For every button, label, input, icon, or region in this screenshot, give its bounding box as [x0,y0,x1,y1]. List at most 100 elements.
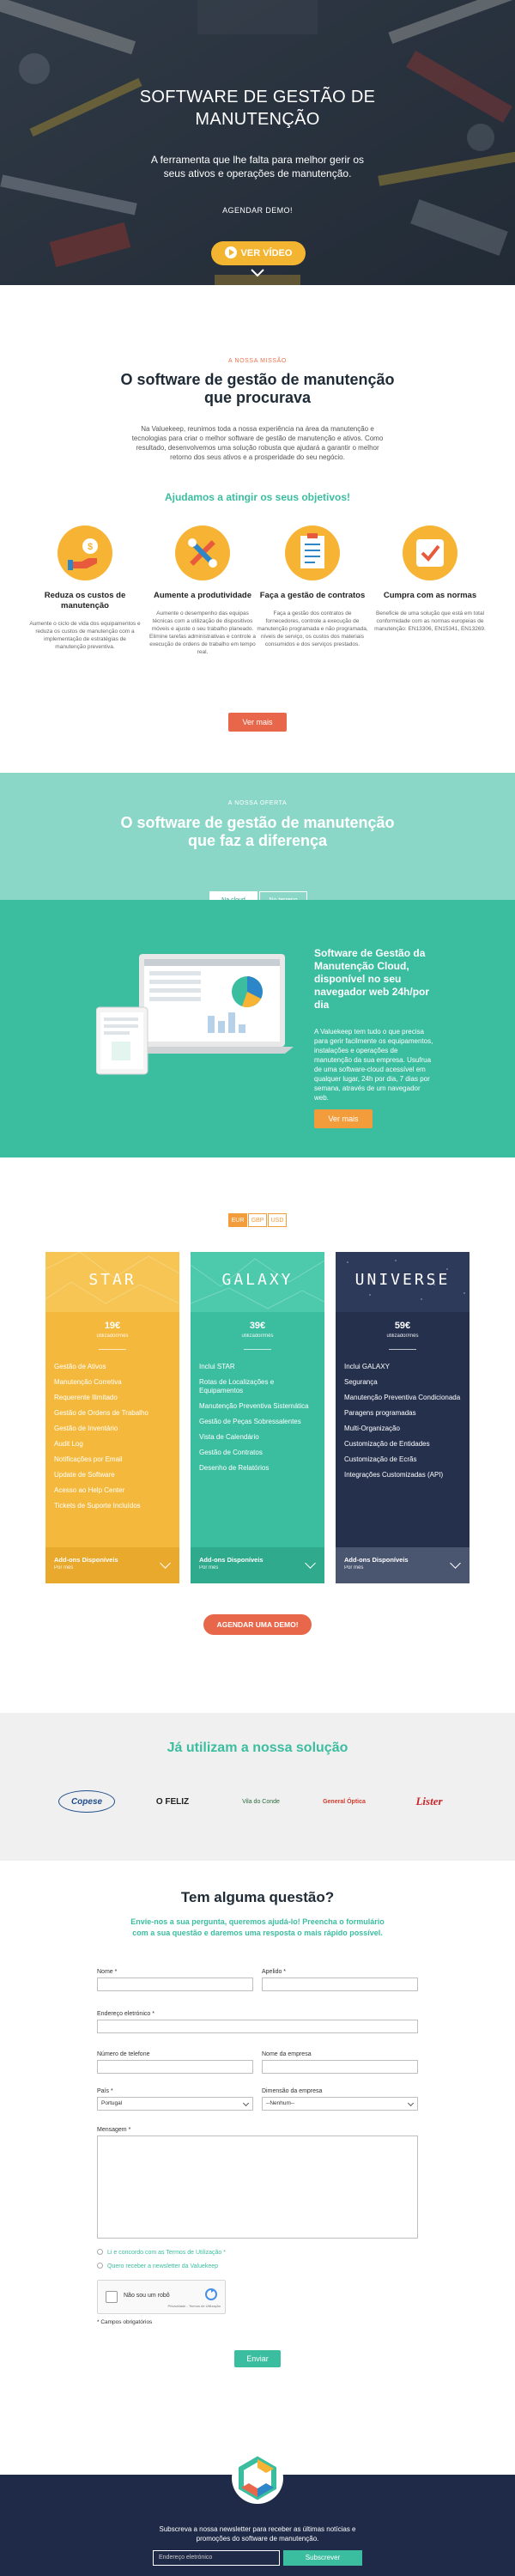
company-input[interactable] [262,2060,418,2074]
svg-text:$: $ [88,542,93,552]
offer-card-title: Software de Gestão da Manutenção Cloud, … [314,947,430,1011]
plan-feature: Notificações por Email [54,1455,123,1463]
client-logo-generaloptica: General Óptica [323,1798,366,1805]
plan-feature: Tickets de Suporte Incluídos [54,1502,141,1510]
feature-title: Aumente a produtividade [153,591,251,600]
currency-switcher: EUR GBP USD [228,1213,288,1227]
feature-reduce-costs: $ Reduza os custos de manutenção Aumente… [29,526,141,651]
email-input[interactable] [97,2020,418,2033]
plan-name: UNIVERSE [354,1271,451,1289]
offer-eyebrow: A NOSSA OFERTA [227,800,288,806]
currency-usd[interactable]: USD [268,1213,287,1227]
addon-unit: Por mês [344,1565,364,1571]
form-intro: Envie-nos a sua pergunta, queremos ajudá… [130,1917,385,1937]
plan-feature: Gestão de Contratos [199,1449,263,1456]
watch-video-button[interactable]: VER VÍDEO [211,241,306,265]
feature-desc: Aumente o desempenho das equipas técnica… [149,611,256,655]
country-label: País * [97,2088,113,2094]
schedule-demo-button[interactable]: AGENDAR UMA DEMO! [203,1614,312,1635]
feature-desc: Faça a gestão dos contratos de fornecedo… [257,611,368,647]
mission-section: A NOSSA MISSÃO O software de gestão de m… [0,285,515,732]
clients-section: Já utilizam a nossa solução Copese O FEL… [0,1713,515,1861]
plan-feature: Rotas de Localizações e Equipamentos [199,1378,275,1394]
mission-title: O software de gestão de manutenção que p… [120,371,395,406]
surname-input[interactable] [262,1978,418,1991]
valuekeep-logo-icon [232,2452,283,2504]
pricing-section: EUR GBP USD STAR 19€ utilizador/mês Gest… [0,1157,515,1673]
plan-header: GALAXY [191,1252,324,1312]
schedule-demo-link[interactable]: AGENDAR DEMO! [0,206,515,215]
addon-toggle[interactable]: Add-ons Disponíveis Por mês [336,1547,470,1583]
form-title: Tem alguma questão? [180,1889,335,1905]
plan-feature: Gestão de Inventário [54,1425,118,1432]
company-size-select[interactable]: --Nenhum-- [262,2097,418,2111]
client-logo-copese: Copese [58,1790,115,1813]
surname-label: Apelido * [262,1969,287,1975]
addon-toggle[interactable]: Add-ons Disponíveis Por mês [45,1547,179,1583]
send-button[interactable]: Enviar [234,2350,281,2367]
plan-unit: utilizador/mês [241,1334,274,1339]
country-select[interactable]: Portugal [97,2097,253,2111]
terms-label: Li e concordo com as Termos de Utilizaçã… [107,2250,226,2256]
subscribe-button[interactable]: Subscrever [283,2550,362,2566]
plan-feature: Gestão de Ordens de Trabalho [54,1409,148,1417]
company-size-label: Dimensão da empresa [262,2088,323,2094]
plan-feature: Segurança [344,1378,378,1386]
clients-title: Já utilizam a nossa solução [167,1741,348,1755]
feature-desc: Aumente o ciclo de vida dos equipamentos… [29,621,141,650]
recaptcha-checkbox[interactable] [106,2291,118,2303]
addon-label: Add-ons Disponíveis [344,1556,409,1564]
plan-feature: Paragens programadas [344,1409,416,1417]
newsletter-checkbox[interactable]: Quero receber a newsletter da Valuekeep [97,2263,218,2269]
newsletter-email-input[interactable]: Endereço eletrónico [153,2550,280,2566]
plan-name: GALAXY [221,1271,294,1289]
plan-feature: Inclui STAR [199,1363,235,1370]
coin-hand-icon: $ [58,526,112,580]
phone-input[interactable] [97,2060,253,2074]
message-textarea[interactable] [97,2136,418,2239]
currency-eur[interactable]: EUR [228,1213,247,1227]
email-label: Endereço eletrónico * [97,2011,154,2017]
addon-toggle[interactable]: Add-ons Disponíveis Por mês [191,1547,324,1583]
plan-feature: Vista de Calendário [199,1433,259,1441]
divider [99,1349,126,1350]
offer-card-desc: A Valuekeep tem tudo o que precisa para … [314,1028,433,1102]
divider [244,1349,271,1350]
newsletter-text: Subscreva a nossa newsletter para recebe… [159,2525,356,2543]
country-value: Portugal [101,2100,123,2106]
plan-unit: utilizador/mês [96,1334,129,1339]
plan-unit: utilizador/mês [386,1334,419,1339]
offer-more-button[interactable]: Ver mais [314,1109,373,1128]
addon-label: Add-ons Disponíveis [199,1556,264,1564]
recaptcha-widget: Não sou um robô Privacidade - Termos de … [97,2280,226,2314]
plan-feature: Requerente Ilimitado [54,1394,118,1401]
plan-features: Gestão de Ativos Manutenção Corretiva Re… [54,1359,174,1514]
currency-gbp[interactable]: GBP [248,1213,267,1227]
feature-standards: Cumpra com as normas Beneficie de uma so… [374,526,486,633]
plan-features: Inclui STAR Rotas de Localizações e Equi… [199,1359,319,1476]
checklist-icon [285,526,340,580]
feature-desc: Beneficie de uma solução que está em tot… [374,611,486,632]
play-icon [224,246,237,258]
plan-name: STAR [88,1271,136,1289]
plan-feature: Customização de Entidades [344,1440,430,1448]
plan-feature: Customização de Ecrãs [344,1455,417,1463]
terms-checkbox[interactable]: Li e concordo com as Termos de Utilizaçã… [97,2249,226,2256]
mission-paragraph: Na Valuekeep, reunimos toda a nossa expe… [131,425,384,461]
name-label: Nome * [97,1969,118,1975]
plan-feature: Audit Log [54,1440,83,1448]
recaptcha-logo-icon [205,2288,217,2300]
mission-more-button[interactable]: Ver mais [228,713,287,732]
plan-feature: Acesso ao Help Center [54,1486,125,1494]
plan-card-universe: UNIVERSE 59€ utilizador/mês Inclui GALAX… [336,1252,470,1583]
offer-header: A NOSSA OFERTA O software de gestão de m… [0,773,515,908]
checkmark-badge-icon [403,526,457,580]
newsletter-label: Quero receber a newsletter da Valuekeep [107,2263,219,2269]
company-size-value: --Nenhum-- [266,2100,295,2106]
scroll-down-chevron-icon[interactable] [250,268,265,278]
plan-price: 19€ [104,1321,121,1331]
plan-price: 59€ [394,1321,411,1331]
hero-subtitle: A ferramenta que lhe falta para melhor g… [150,154,365,179]
name-input[interactable] [97,1978,253,1991]
recaptcha-terms: Privacidade - Termos de Utilização [167,2304,221,2308]
